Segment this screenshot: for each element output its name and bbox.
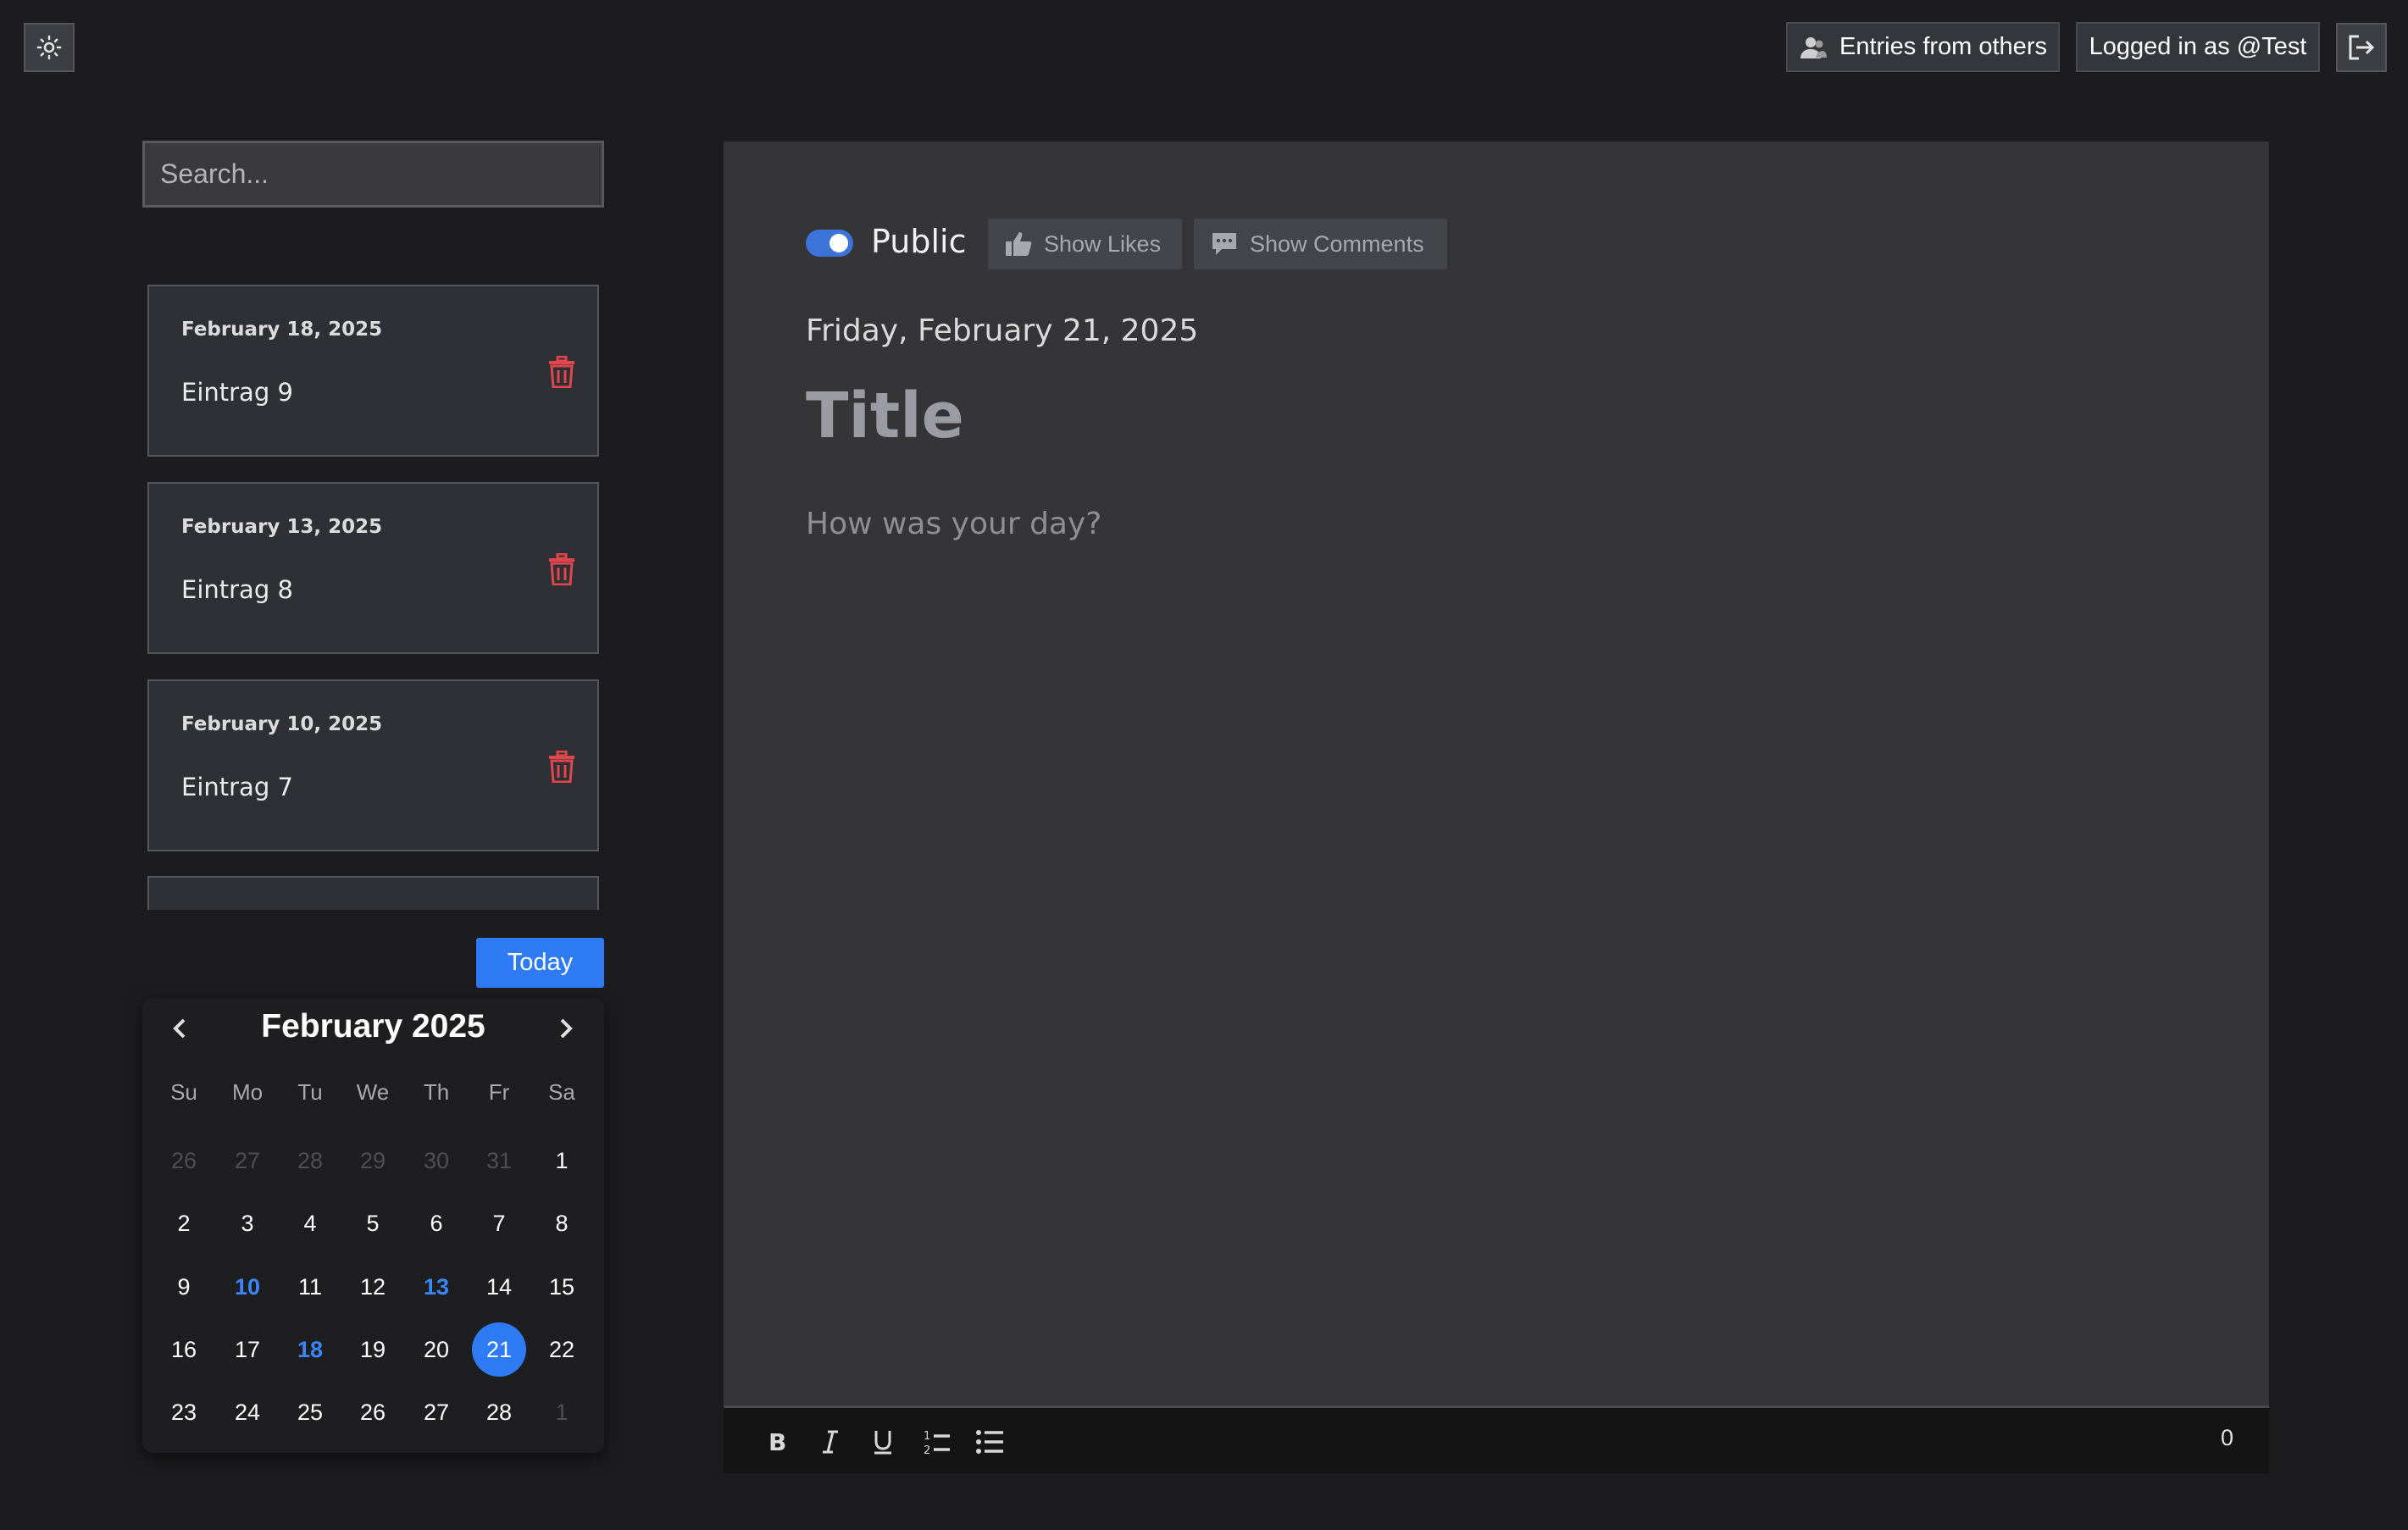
- svg-text:1: 1: [924, 1430, 930, 1443]
- calendar-day[interactable]: 25: [283, 1385, 337, 1439]
- editor-toolbar: B 1 2 0: [724, 1405, 2269, 1473]
- calendar-day[interactable]: 4: [283, 1196, 337, 1250]
- calendar-day[interactable]: 29: [346, 1134, 400, 1188]
- italic-icon: [823, 1430, 838, 1454]
- calendar-day[interactable]: 1: [535, 1385, 589, 1439]
- calendar: February 2025 Su Mo Tu We Th Fr Sa 26 27 28 29 30 3…: [142, 998, 604, 1453]
- logout-button[interactable]: [2336, 23, 2387, 72]
- show-likes-label: Show Likes: [1044, 230, 1162, 257]
- logout-icon: [2349, 35, 2375, 60]
- calendar-day[interactable]: 26: [157, 1134, 211, 1188]
- calendar-day[interactable]: 5: [346, 1196, 400, 1250]
- entry-date: February 13, 2025: [181, 516, 383, 538]
- calendar-day[interactable]: 24: [220, 1385, 275, 1439]
- word-count: 0: [2220, 1425, 2233, 1450]
- entry-title: Eintrag 9: [181, 378, 293, 407]
- calendar-day[interactable]: 13: [409, 1260, 463, 1314]
- sun-icon: [36, 35, 62, 60]
- entry-list[interactable]: February 18, 2025 Eintrag 9 February 13,…: [142, 268, 604, 910]
- calendar-day[interactable]: 16: [157, 1322, 211, 1377]
- calendar-day[interactable]: 7: [472, 1196, 526, 1250]
- calendar-day[interactable]: 20: [409, 1322, 463, 1377]
- calendar-day[interactable]: 15: [535, 1260, 589, 1314]
- today-button[interactable]: Today: [476, 938, 604, 988]
- entry-card[interactable]: February 13, 2025 Eintrag 8: [147, 482, 599, 654]
- users-icon: [1800, 36, 1827, 58]
- trash-icon[interactable]: [547, 553, 576, 585]
- entry-card[interactable]: February 10, 2025 Eintrag 7: [147, 679, 599, 851]
- trash-icon[interactable]: [547, 356, 576, 388]
- calendar-day[interactable]: 18: [283, 1322, 337, 1377]
- show-comments-label: Show Comments: [1250, 230, 1424, 257]
- show-comments-button[interactable]: Show Comments: [1194, 219, 1447, 269]
- logged-in-label: Logged in as @Test: [2089, 33, 2307, 60]
- bold-icon: B: [768, 1429, 786, 1455]
- calendar-day[interactable]: 3: [220, 1196, 275, 1250]
- logged-in-button[interactable]: Logged in as @Test: [2076, 22, 2320, 72]
- weekday-label: We: [356, 1079, 390, 1105]
- italic-button[interactable]: [815, 1427, 846, 1457]
- thumbs-up-icon: [1006, 232, 1032, 256]
- calendar-day[interactable]: 10: [220, 1260, 275, 1314]
- svg-text:2: 2: [924, 1444, 930, 1456]
- bold-button[interactable]: B: [763, 1427, 793, 1457]
- bullet-list-button[interactable]: [974, 1427, 1005, 1457]
- entry-card[interactable]: February 18, 2025 Eintrag 9: [147, 285, 599, 457]
- calendar-month: February 2025: [261, 1008, 485, 1045]
- entry-date: February 18, 2025: [181, 319, 383, 341]
- weekday-label: Tu: [297, 1079, 323, 1105]
- entries-from-others-button[interactable]: Entries from others: [1786, 22, 2060, 72]
- calendar-day[interactable]: 6: [409, 1196, 463, 1250]
- trash-icon[interactable]: [547, 751, 576, 783]
- calendar-day[interactable]: 19: [346, 1322, 400, 1377]
- ordered-list-icon: 1 2: [924, 1430, 950, 1456]
- weekday-label: Fr: [488, 1079, 510, 1105]
- public-label: Public: [871, 223, 967, 260]
- calendar-day[interactable]: 31: [472, 1134, 526, 1188]
- comment-icon: [1212, 233, 1236, 255]
- search-input[interactable]: [142, 141, 604, 208]
- entry-date-heading: Friday, February 21, 2025: [806, 313, 1199, 348]
- calendar-day[interactable]: 26: [346, 1385, 400, 1439]
- weekday-label: Mo: [231, 1079, 264, 1105]
- title-field[interactable]: Title: [806, 380, 964, 452]
- show-likes-button[interactable]: Show Likes: [988, 219, 1182, 269]
- entry-date: February 10, 2025: [181, 713, 383, 735]
- chevron-right-icon[interactable]: [547, 1010, 585, 1047]
- calendar-day[interactable]: 23: [157, 1385, 211, 1439]
- entry-card[interactable]: [147, 876, 599, 910]
- calendar-day[interactable]: 8: [535, 1196, 589, 1250]
- calendar-day[interactable]: 17: [220, 1322, 275, 1377]
- calendar-day[interactable]: 27: [220, 1134, 275, 1188]
- body-editor[interactable]: How was your day?: [806, 507, 1101, 541]
- underline-button[interactable]: [868, 1427, 898, 1457]
- weekday-label: Su: [170, 1079, 197, 1105]
- entry-title: Eintrag 8: [181, 575, 293, 604]
- calendar-day[interactable]: 1: [535, 1134, 589, 1188]
- calendar-day[interactable]: 12: [346, 1260, 400, 1314]
- ordered-list-button[interactable]: 1 2: [922, 1427, 952, 1457]
- calendar-day[interactable]: 9: [157, 1260, 211, 1314]
- calendar-day[interactable]: 11: [283, 1260, 337, 1314]
- entries-from-others-label: Entries from others: [1839, 33, 2047, 60]
- calendar-day[interactable]: 28: [472, 1385, 526, 1439]
- calendar-day[interactable]: 30: [409, 1134, 463, 1188]
- svg-text:B: B: [768, 1429, 786, 1455]
- public-toggle[interactable]: [806, 230, 853, 257]
- theme-toggle-button[interactable]: [24, 23, 75, 72]
- calendar-day[interactable]: 22: [535, 1322, 589, 1377]
- weekday-label: Th: [423, 1079, 450, 1105]
- calendar-day[interactable]: 28: [283, 1134, 337, 1188]
- calendar-day[interactable]: 2: [157, 1196, 211, 1250]
- bullet-list-icon: [976, 1430, 1003, 1454]
- weekday-label: Sa: [548, 1079, 575, 1105]
- underline-icon: [874, 1431, 891, 1455]
- calendar-day-selected[interactable]: 21: [472, 1322, 526, 1377]
- entry-title: Eintrag 7: [181, 773, 293, 801]
- calendar-day[interactable]: 14: [472, 1260, 526, 1314]
- calendar-day[interactable]: 27: [409, 1385, 463, 1439]
